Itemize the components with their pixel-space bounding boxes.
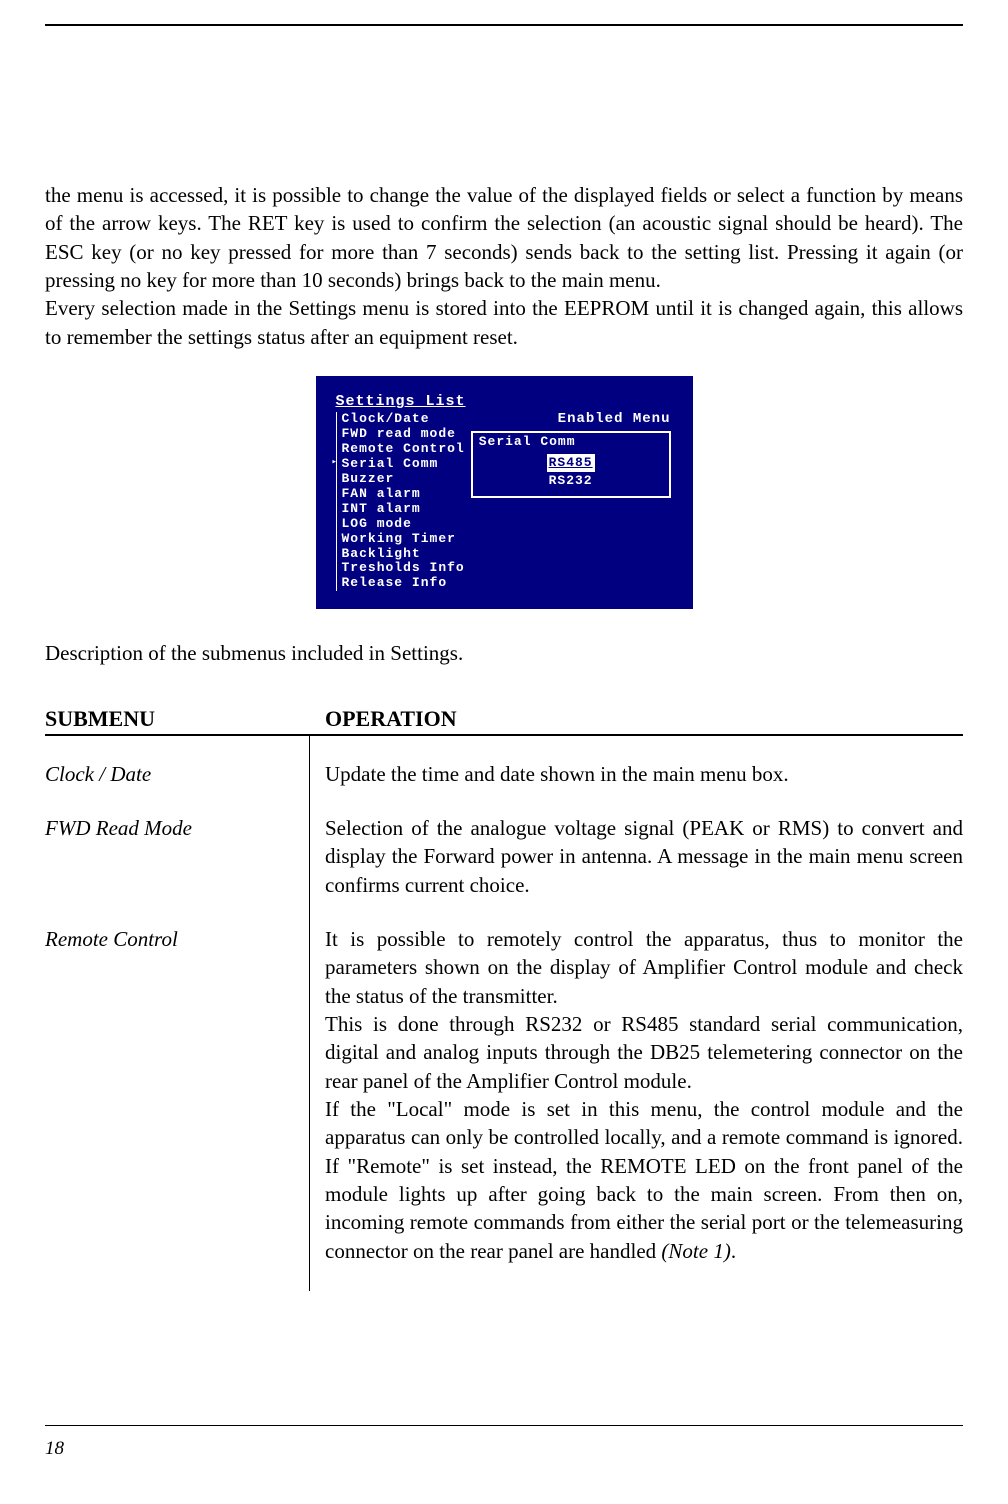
lcd-menu-list: Clock/Date FWD read mode Remote Control … — [336, 412, 465, 591]
lcd-item-tresholds: Tresholds Info — [342, 561, 465, 576]
submenu-op-remote-control: It is possible to remotely control the a… — [325, 925, 963, 1265]
lcd-item-clock-date: Clock/Date — [342, 412, 465, 427]
submenu-op-fwd-read: Selection of the analogue voltage signal… — [325, 814, 963, 899]
table-header-submenu: SUBMENU — [45, 706, 310, 732]
lcd-item-int-alarm: INT alarm — [342, 502, 465, 517]
remote-p2: This is done through RS232 or RS485 stan… — [325, 1012, 963, 1093]
lcd-item-working-timer: Working Timer — [342, 532, 465, 547]
lcd-item-release: Release Info — [342, 576, 465, 591]
page-number: 18 — [45, 1438, 64, 1460]
lcd-item-remote-control: Remote Control — [342, 442, 465, 457]
submenu-op-clock-date: Update the time and date shown in the ma… — [325, 760, 963, 788]
submenu-name-fwd-read: FWD Read Mode — [45, 814, 309, 899]
intro-paragraph-1: the menu is accessed, it is possible to … — [45, 181, 963, 294]
lcd-item-buzzer: Buzzer — [342, 472, 465, 487]
intro-paragraph-2: Every selection made in the Settings men… — [45, 294, 963, 351]
lcd-title: Settings List — [336, 394, 671, 409]
table-header-operation: OPERATION — [310, 706, 963, 732]
description-line: Description of the submenus included in … — [45, 639, 963, 667]
remote-p3a: If the "Local" mode is set in this menu,… — [325, 1097, 963, 1263]
top-horizontal-rule — [45, 24, 963, 26]
bottom-horizontal-rule — [45, 1425, 963, 1426]
submenu-table: SUBMENU OPERATION Clock / Date FWD Read … — [45, 706, 963, 1292]
lcd-option-rs485: RS485 — [547, 454, 595, 472]
lcd-screenshot-container: Settings List Clock/Date FWD read mode R… — [45, 376, 963, 609]
remote-p3b: . — [731, 1239, 736, 1263]
lcd-item-serial-comm: Serial Comm — [342, 457, 465, 472]
lcd-serial-panel-title: Serial Comm — [479, 435, 663, 448]
lcd-screen: Settings List Clock/Date FWD read mode R… — [316, 376, 693, 609]
lcd-enabled-menu-label: Enabled Menu — [471, 412, 671, 426]
submenu-name-clock-date: Clock / Date — [45, 760, 309, 788]
lcd-item-log-mode: LOG mode — [342, 517, 465, 532]
lcd-serial-panel: Serial Comm RS485 RS232 — [471, 431, 671, 498]
lcd-item-fan-alarm: FAN alarm — [342, 487, 465, 502]
remote-note: (Note 1) — [661, 1239, 730, 1263]
lcd-item-backlight: Backlight — [342, 547, 465, 562]
lcd-item-fwd-read: FWD read mode — [342, 427, 465, 442]
lcd-option-rs232: RS232 — [549, 473, 593, 488]
remote-p1: It is possible to remotely control the a… — [325, 927, 963, 1008]
submenu-name-remote-control: Remote Control — [45, 925, 309, 953]
